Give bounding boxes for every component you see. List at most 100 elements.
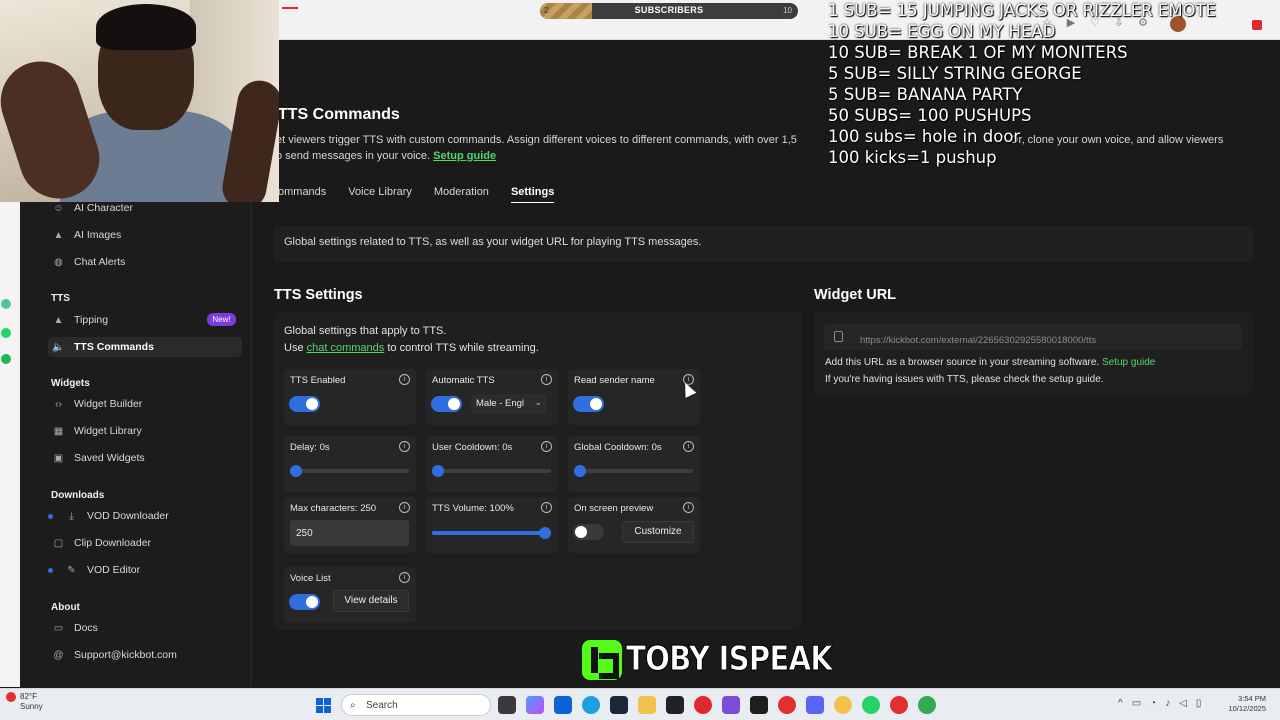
sidebar-item-label: Widget Library	[74, 425, 142, 437]
page-description-line1: et viewers trigger TTS with custom comma…	[276, 134, 797, 146]
chat-commands-link[interactable]: chat commands	[307, 342, 385, 354]
voice-list-toggle[interactable]	[289, 594, 320, 610]
info-icon[interactable]: i	[541, 374, 552, 385]
windows-taskbar: 82°F Sunny ⌕ Search ^ ▭ ◔ ♪ ◁ ▯ 3:54 PM …	[0, 688, 1280, 720]
page-title: TTS Commands	[278, 106, 400, 123]
task-view-icon[interactable]	[498, 696, 516, 714]
delay-slider[interactable]	[290, 465, 409, 477]
subscriber-goal-label: SUBSCRIBERS	[634, 5, 704, 15]
tts-volume-slider[interactable]	[432, 527, 551, 539]
taskbar-clock[interactable]: 3:54 PM 10/12/2025	[1220, 694, 1266, 714]
info-icon[interactable]: i	[399, 572, 410, 583]
tab-commands[interactable]: ommands	[278, 186, 326, 203]
voice-select[interactable]: Male - Engl ⌄	[471, 394, 547, 414]
sidebar-item-vod-editor[interactable]: ✎ VOD Editor	[44, 560, 140, 580]
intro-use: Use	[284, 342, 304, 354]
sidebar-item-saved-widgets[interactable]: ▣ Saved Widgets	[52, 448, 145, 468]
read-sender-label: Read sender name	[574, 375, 655, 386]
weather-widget[interactable]: 82°F Sunny	[6, 692, 43, 712]
sidebar-item-clip-downloader[interactable]: ▢ Clip Downloader	[52, 533, 151, 553]
library-icon: ▦	[53, 425, 64, 437]
chrome-icon[interactable]	[834, 696, 852, 714]
sidebar-item-support[interactable]: @ Support@kickbot.com	[52, 645, 176, 665]
mic-icon[interactable]: ♪	[1165, 698, 1170, 709]
info-icon[interactable]: i	[683, 441, 694, 452]
sidebar-item-tts-commands[interactable]: 🔈 TTS Commands	[48, 337, 242, 357]
sidebar-item-widget-builder[interactable]: ‹› Widget Builder	[52, 394, 142, 414]
clip-icon: ▢	[53, 537, 64, 549]
terminal-icon[interactable]	[666, 696, 684, 714]
sidebar-item-label: AI Images	[74, 229, 122, 241]
info-icon[interactable]: i	[399, 374, 410, 385]
sidebar-item-ai-images[interactable]: ▲ AI Images	[52, 225, 122, 245]
app-icon	[1, 299, 11, 309]
read-sender-toggle[interactable]	[573, 396, 604, 412]
tab-voice-library[interactable]: Voice Library	[348, 186, 412, 203]
stream-goal-line: 100 subs= hole in door	[828, 127, 1021, 146]
stream-goal-line: 10 SUB= EGG ON MY HEAD	[828, 22, 1056, 41]
info-icon[interactable]: i	[399, 502, 410, 513]
view-details-button[interactable]: View details	[333, 590, 409, 612]
taskbar-search[interactable]: ⌕ Search	[341, 694, 491, 716]
sidebar-item-label: Docs	[74, 622, 98, 634]
windows-start-icon[interactable]	[316, 698, 331, 713]
status-dot	[48, 513, 53, 519]
sidebar	[20, 202, 252, 687]
saved-icon: ▣	[53, 452, 64, 464]
sidebar-item-chat-alerts[interactable]: ◍ Chat Alerts	[52, 252, 125, 272]
maps-icon[interactable]	[890, 696, 908, 714]
docs-icon: ▭	[53, 622, 64, 634]
widget-url-field[interactable]	[824, 324, 1242, 350]
tts-enabled-toggle[interactable]	[289, 396, 320, 412]
info-icon[interactable]: i	[399, 441, 410, 452]
app-icon[interactable]	[554, 696, 572, 714]
sidebar-item-docs[interactable]: ▭ Docs	[52, 618, 98, 638]
copilot-icon[interactable]	[526, 696, 544, 714]
intro-line1: Global settings that apply to TTS.	[284, 325, 447, 337]
steam-icon[interactable]	[610, 696, 628, 714]
sidebar-item-vod-downloader[interactable]: ⤓ VOD Downloader	[44, 506, 169, 526]
info-icon[interactable]: i	[541, 502, 552, 513]
chevron-up-icon[interactable]: ^	[1118, 698, 1123, 709]
folder-icon[interactable]	[638, 696, 656, 714]
spotify-icon	[1, 354, 11, 364]
download-icon: ⤓	[69, 510, 74, 522]
whatsapp-icon[interactable]	[862, 696, 880, 714]
delay-label: Delay: 0s	[290, 442, 330, 453]
widget-setup-guide-link[interactable]: Setup guide	[1102, 357, 1155, 368]
global-cooldown-slider[interactable]	[574, 465, 693, 477]
user-cooldown-slider[interactable]	[432, 465, 551, 477]
sidebar-section-widgets: Widgets	[51, 378, 90, 389]
sidebar-item-tipping[interactable]: ▲ Tipping	[52, 310, 109, 330]
battery-icon[interactable]: ▯	[1196, 698, 1202, 709]
obs-icon[interactable]	[750, 696, 768, 714]
info-icon[interactable]: i	[683, 502, 694, 513]
tab-bar: ommands Voice Library Moderation Setting…	[278, 186, 555, 203]
max-characters-input[interactable]	[290, 520, 409, 546]
maps-icon[interactable]	[778, 696, 796, 714]
chrome-icon[interactable]	[918, 696, 936, 714]
setup-guide-link[interactable]: Setup guide	[433, 150, 496, 162]
tab-settings[interactable]: Settings	[510, 186, 555, 203]
clock-time: 3:54 PM	[1238, 694, 1266, 703]
copy-icon[interactable]	[834, 331, 843, 342]
stream-goals-overlay: 1 SUB= 15 JUMPING JACKS OR RIZZLER EMOTE…	[828, 0, 1280, 168]
tts-settings-intro: Global settings that apply to TTS. Use c…	[284, 323, 539, 357]
customize-button[interactable]: Customize	[622, 521, 694, 543]
app-icon[interactable]	[722, 696, 740, 714]
sidebar-item-widget-library[interactable]: ▦ Widget Library	[52, 421, 142, 441]
info-icon[interactable]: i	[541, 441, 552, 452]
discord-icon[interactable]	[806, 696, 824, 714]
wifi-icon[interactable]: ◔	[1150, 698, 1156, 709]
opera-icon[interactable]	[694, 696, 712, 714]
edge-icon[interactable]	[582, 696, 600, 714]
tab-moderation[interactable]: Moderation	[434, 186, 489, 203]
volume-icon[interactable]: ◁	[1179, 698, 1187, 709]
network-icon[interactable]: ▭	[1132, 698, 1141, 709]
automatic-tts-toggle[interactable]	[431, 396, 462, 412]
on-screen-preview-toggle[interactable]	[573, 524, 604, 540]
left-edge-panel	[0, 202, 20, 687]
widget-url-title: Widget URL	[814, 287, 897, 303]
sidebar-section-downloads: Downloads	[51, 490, 105, 501]
sidebar-item-label: Saved Widgets	[74, 452, 145, 464]
